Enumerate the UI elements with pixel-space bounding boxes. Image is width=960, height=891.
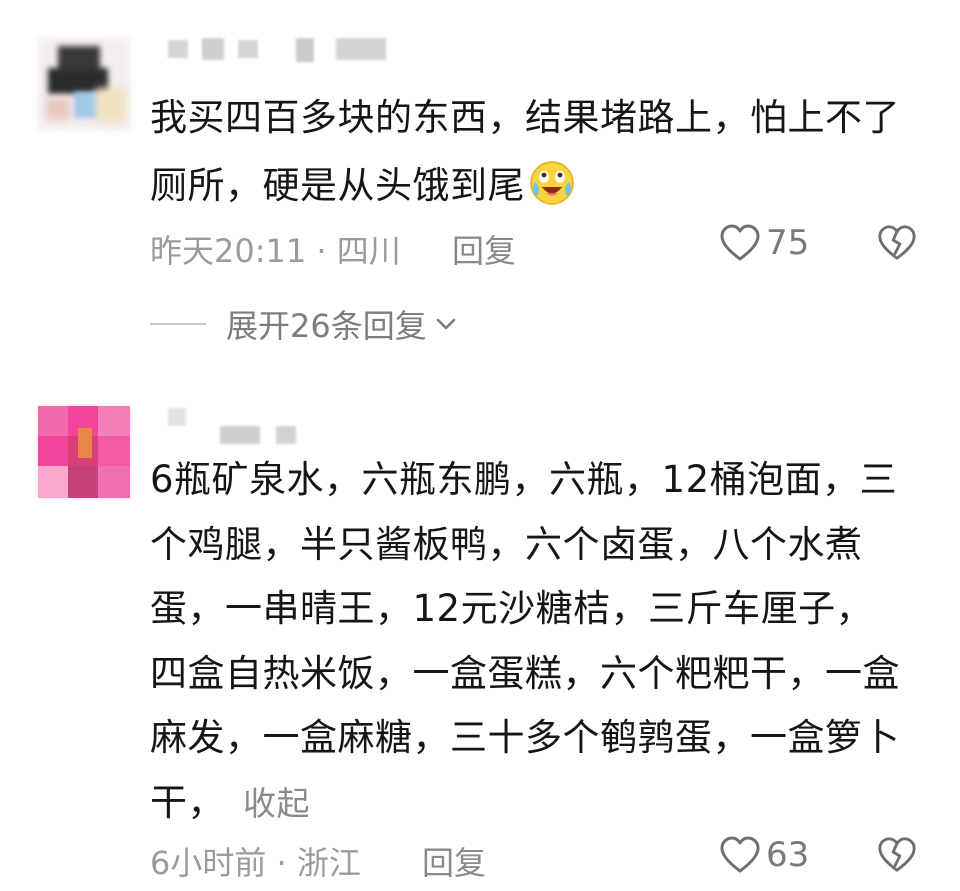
comment-body: 6瓶矿泉水，六瓶东鹏，六瓶，12桶泡面，三个鸡腿，半只酱板鸭，六个卤蛋，八个水煮… [150,458,900,824]
comment-thread: 我买四百多块的东西，结果堵路上，怕上不了厕所，硬是从头饿到尾 昨天20:11 ·… [0,0,960,891]
like-button[interactable]: 75 [718,220,809,266]
like-count: 75 [766,223,810,263]
username-blurred[interactable] [168,408,328,444]
broken-heart-icon[interactable] [876,222,918,264]
broken-heart-icon[interactable] [876,834,918,876]
divider-line [150,323,206,325]
avatar[interactable] [38,406,130,498]
expand-replies-button[interactable]: 展开26条回复 [150,300,459,348]
comment-meta: 6小时前 · 浙江 回复 63 [150,830,920,882]
timestamp-location: 昨天20:11 · 四川 [150,232,401,270]
heart-outline-icon [720,224,760,261]
comment-body: 我买四百多块的东西，结果堵路上，怕上不了厕所，硬是从头饿到尾 [150,96,900,207]
grinning-tears-emoji-icon [530,161,574,205]
reply-button[interactable]: 回复 [422,838,486,884]
heart-outline-icon [720,836,760,873]
expand-replies-label: 展开26条回复 [226,307,427,345]
username-blurred[interactable] [168,38,418,62]
timestamp-location: 6小时前 · 浙江 [150,844,361,882]
reply-button[interactable]: 回复 [452,226,516,272]
like-count: 63 [766,835,810,875]
comment-text: 我买四百多块的东西，结果堵路上，怕上不了厕所，硬是从头饿到尾 [150,84,910,220]
avatar[interactable] [38,38,130,130]
collapse-button[interactable]: 收起 [243,784,310,823]
comment-meta: 昨天20:11 · 四川 回复 75 [150,218,920,270]
like-button[interactable]: 63 [718,832,809,878]
comment-text: 6瓶矿泉水，六瓶东鹏，六瓶，12桶泡面，三个鸡腿，半只酱板鸭，六个卤蛋，八个水煮… [150,448,910,836]
chevron-down-icon [436,318,456,330]
